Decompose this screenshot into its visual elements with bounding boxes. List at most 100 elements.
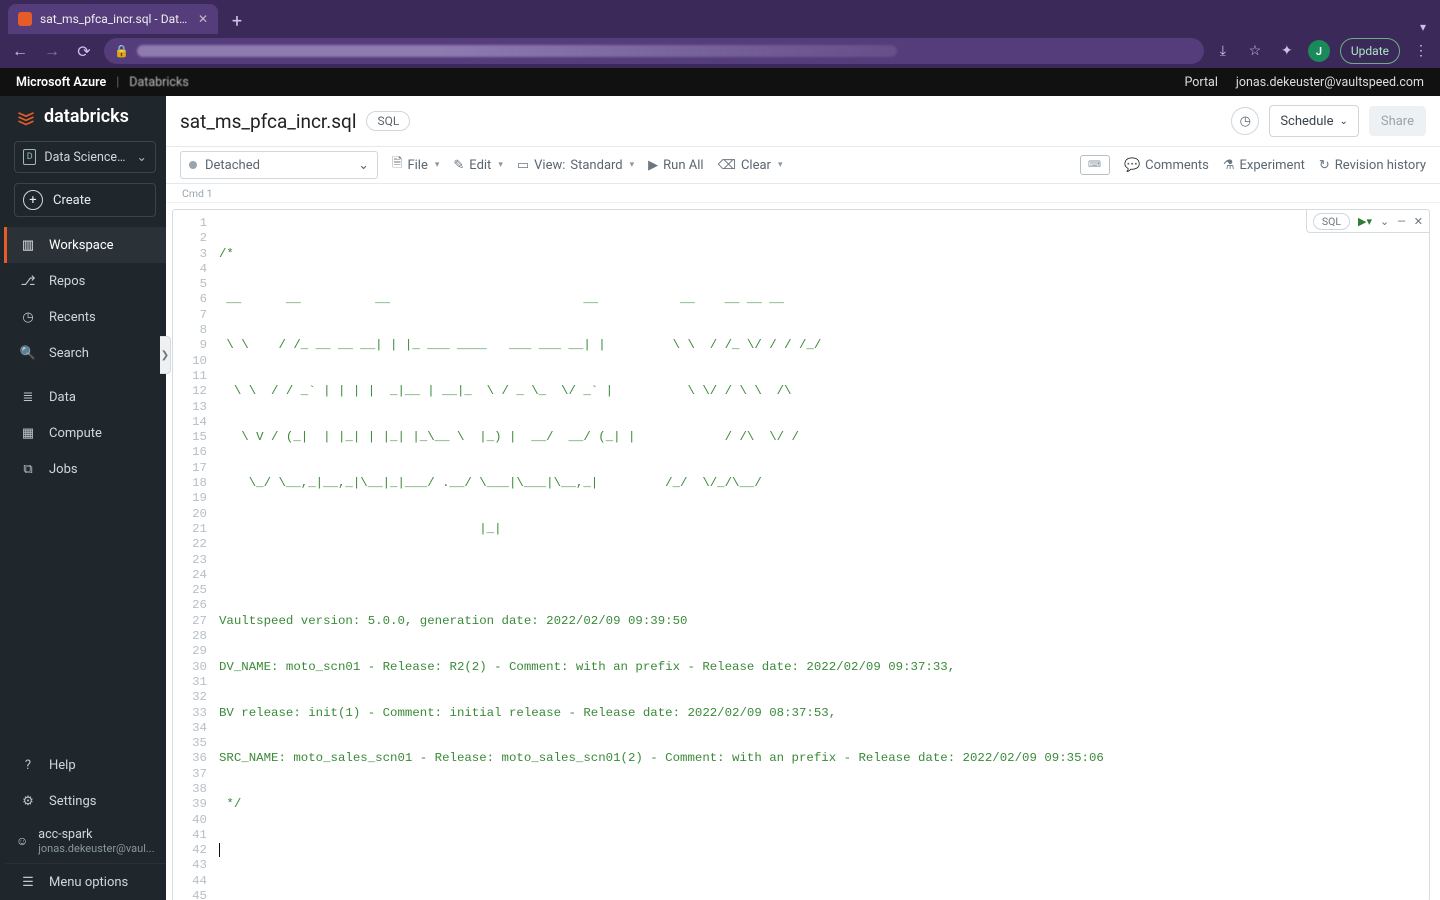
notebook-title[interactable]: sat_ms_pfca_incr.sql <box>180 110 356 133</box>
tab-strip: sat_ms_pfca_incr.sql - Databr ✕ + ▾ <box>0 0 1440 34</box>
sidebar-item-repos[interactable]: ⎇ Repos <box>4 263 166 299</box>
tabs-overflow-icon[interactable]: ▾ <box>1420 20 1426 34</box>
workspace-selector-label: Data Science & E... <box>44 150 128 165</box>
menu-icon: ☰ <box>19 875 37 890</box>
cluster-status-icon <box>189 161 197 169</box>
profile-avatar[interactable]: J <box>1308 40 1330 62</box>
revision-history-button[interactable]: ↻ Revision history <box>1319 158 1426 173</box>
keyboard-shortcuts-icon[interactable]: ⌨ <box>1080 155 1110 175</box>
text-cursor <box>219 843 220 857</box>
brand[interactable]: databricks <box>4 96 166 137</box>
cell-close-icon[interactable]: ✕ <box>1414 215 1423 228</box>
last-run-icon[interactable]: ◷ <box>1231 107 1259 135</box>
pencil-icon: ✎ <box>453 158 464 173</box>
cmd-label: Cmd 1 <box>182 187 212 200</box>
azure-divider: | <box>116 75 119 90</box>
update-button[interactable]: Update <box>1340 38 1400 64</box>
sidebar-item-label: Data <box>49 390 76 405</box>
view-menu[interactable]: ▭ View: Standard ▾ <box>517 158 634 173</box>
tab-title: sat_ms_pfca_incr.sql - Databr <box>40 12 190 26</box>
azure-product: Databricks <box>129 75 189 90</box>
sidebar-item-compute[interactable]: ▦ Compute <box>4 415 166 451</box>
sidebar-item-label: Workspace <box>49 238 114 253</box>
address-actions: ⤓ ☆ ✦ J Update ⋮ <box>1212 38 1432 64</box>
bookmark-icon[interactable]: ☆ <box>1244 40 1266 62</box>
sidebar-item-label: Settings <box>49 794 96 809</box>
code-lines[interactable]: /* __ __ __ __ __ __ __ __ \ \ / /_ __ _… <box>215 210 1429 900</box>
sidebar-user[interactable]: ☺ acc-spark jonas.dekeuster@vaul... <box>4 819 166 863</box>
notebook-titlebar: sat_ms_pfca_incr.sql SQL ◷ Schedule ⌄ Sh… <box>166 96 1440 147</box>
repo-icon: ⎇ <box>19 274 37 289</box>
share-button[interactable]: Share <box>1369 106 1426 136</box>
folder-icon: ▥ <box>19 238 37 253</box>
new-tab-button[interactable]: + <box>224 8 250 34</box>
sidebar-item-recents[interactable]: ◷ Recents <box>4 299 166 335</box>
clear-menu[interactable]: ⌫ Clear ▾ <box>718 158 783 173</box>
view-mode: Standard <box>570 158 622 173</box>
databricks-logo-icon <box>16 107 36 127</box>
run-all-button[interactable]: ▶ Run All <box>648 158 703 173</box>
compute-icon: ▦ <box>19 426 37 441</box>
chevron-down-icon: ⌄ <box>358 158 369 173</box>
sidebar-item-workspace[interactable]: ▥ Workspace <box>4 227 166 263</box>
language-badge[interactable]: SQL <box>366 111 410 131</box>
workspace-selector[interactable]: D Data Science & E... ⌄ <box>14 141 156 173</box>
chevron-down-icon: ⌄ <box>137 149 147 165</box>
chevron-down-icon: ▾ <box>435 160 440 170</box>
sidebar-item-help[interactable]: ? Help <box>4 747 166 783</box>
file-menu[interactable]: 🗎 File ▾ <box>392 154 439 176</box>
azure-portal-link[interactable]: Portal <box>1184 75 1217 90</box>
cell-language-badge[interactable]: SQL <box>1313 213 1350 230</box>
edit-menu[interactable]: ✎ Edit ▾ <box>453 158 502 173</box>
browser-tab[interactable]: sat_ms_pfca_incr.sql - Databr ✕ <box>8 4 218 34</box>
database-icon: ≣ <box>19 390 37 405</box>
flask-icon: ⚗ <box>1223 158 1235 173</box>
lock-icon: 🔒 <box>114 44 129 58</box>
create-button[interactable]: + Create <box>14 183 156 217</box>
user-icon: ☺ <box>16 834 28 848</box>
cell-run-icon[interactable]: ▶▾ <box>1358 215 1372 228</box>
chevron-down-icon: ▾ <box>630 160 635 170</box>
cell-minimize-icon[interactable]: — <box>1397 215 1406 228</box>
browser-menu-icon[interactable]: ⋮ <box>1410 40 1432 62</box>
code-editor[interactable]: 12345678910 11121314151617181920 2122232… <box>173 210 1429 900</box>
comment-icon: 💬 <box>1124 158 1140 173</box>
cluster-selector[interactable]: Detached ⌄ <box>180 151 378 179</box>
cmd-header: Cmd 1 <box>166 184 1440 203</box>
reload-button[interactable]: ⟳ <box>72 39 96 63</box>
view-prefix: View: <box>534 158 565 173</box>
sidebar-item-settings[interactable]: ⚙ Settings <box>4 783 166 819</box>
forward-button[interactable]: → <box>40 39 64 63</box>
back-button[interactable]: ← <box>8 39 32 63</box>
tab-favicon <box>18 12 32 26</box>
eraser-icon: ⌫ <box>718 158 736 173</box>
line-gutter: 12345678910 11121314151617181920 2122232… <box>173 210 215 900</box>
address-bar[interactable]: 🔒 <box>104 38 1204 64</box>
code-cell[interactable]: SQL ▶▾ ⌄ — ✕ 12345678910 111213141516171… <box>172 209 1430 900</box>
cluster-state-label: Detached <box>205 158 260 173</box>
schedule-label: Schedule <box>1280 114 1333 129</box>
sidebar-item-data[interactable]: ≣ Data <box>4 379 166 415</box>
url-obscured <box>137 45 897 57</box>
sidebar-item-search[interactable]: 🔍 Search <box>4 335 166 371</box>
sidebar-item-menu-options[interactable]: ☰ Menu options <box>4 863 166 900</box>
sidebar-item-label: Compute <box>49 426 102 441</box>
jobs-icon: ⧉ <box>19 462 37 477</box>
sidebar-item-jobs[interactable]: ⧉ Jobs <box>4 451 166 487</box>
search-icon: 🔍 <box>19 346 37 361</box>
extensions-icon[interactable]: ✦ <box>1276 40 1298 62</box>
clear-label: Clear <box>741 158 771 173</box>
azure-user-email[interactable]: jonas.dekeuster@vaultspeed.com <box>1236 75 1424 90</box>
install-site-icon[interactable]: ⤓ <box>1212 40 1234 62</box>
schedule-button[interactable]: Schedule ⌄ <box>1269 105 1359 137</box>
comments-button[interactable]: 💬 Comments <box>1124 158 1209 173</box>
view-icon: ▭ <box>517 158 529 173</box>
tab-close-icon[interactable]: ✕ <box>198 12 208 26</box>
play-icon: ▶ <box>648 158 658 173</box>
cell-chevron-down-icon[interactable]: ⌄ <box>1380 215 1389 228</box>
sidebar-item-label: Jobs <box>49 462 78 477</box>
sidebar-item-label: Search <box>49 346 89 361</box>
chevron-down-icon: ▾ <box>778 160 783 170</box>
experiment-button[interactable]: ⚗ Experiment <box>1223 158 1305 173</box>
plus-circle-icon: + <box>23 190 43 210</box>
